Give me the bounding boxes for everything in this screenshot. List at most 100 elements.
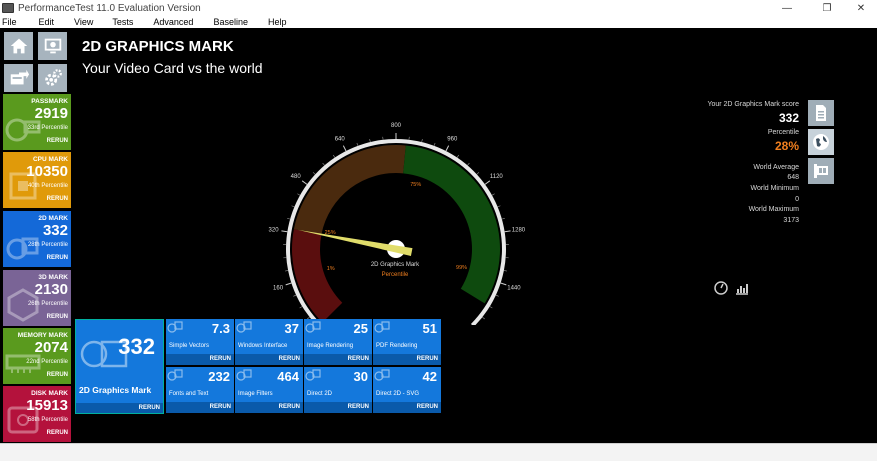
subtest-value: 464 xyxy=(277,369,299,384)
subtest-label: Image Filters xyxy=(238,391,273,397)
2d-shapes-icon xyxy=(236,321,252,333)
gauge-tick xyxy=(445,145,450,152)
tile-label: CPU MARK xyxy=(32,156,68,163)
system-info-icon xyxy=(44,38,61,54)
tile-percentile: 26th Percentile xyxy=(27,301,68,307)
subtest-label: Image Rendering xyxy=(307,343,354,349)
tile-percentile: 40th Percentile xyxy=(27,183,68,189)
subtest-value: 30 xyxy=(353,369,368,384)
speedometer-icon[interactable] xyxy=(714,281,728,295)
rerun-button[interactable]: RERUN xyxy=(166,354,234,365)
export-button[interactable] xyxy=(4,64,33,92)
menu-tests[interactable]: Tests xyxy=(112,17,133,27)
menu-baseline[interactable]: Baseline xyxy=(213,17,248,27)
world-minimum-label: World Minimum xyxy=(750,185,800,192)
subtest-tile[interactable]: 25 Image Rendering RERUN xyxy=(304,319,372,365)
subtest-label: Simple Vectors xyxy=(169,343,210,349)
rerun-button[interactable]: RERUN xyxy=(47,314,68,320)
memory-mark-tile[interactable]: MEMORY MARK 2074 22nd Percentile RERUN xyxy=(3,328,71,384)
gauge-minor-tick xyxy=(433,142,436,146)
home-button[interactable] xyxy=(4,32,33,60)
rerun-button[interactable]: RERUN xyxy=(47,255,68,261)
page-subtitle: Your Video Card vs the world xyxy=(82,60,263,76)
tile-percentile: 28th Percentile xyxy=(27,242,68,248)
export-icon xyxy=(10,69,29,85)
subtest-tile[interactable]: 42 Direct 2D - SVG RERUN xyxy=(373,367,441,413)
subtest-tile[interactable]: 30 Direct 2D RERUN xyxy=(304,367,372,413)
2d-shapes-icon xyxy=(167,369,183,381)
minimize-icon[interactable]: — xyxy=(772,0,802,16)
rerun-button[interactable]: RERUN xyxy=(235,402,303,413)
rerun-button[interactable]: RERUN xyxy=(47,196,68,202)
subtest-tile[interactable]: 37 Windows Interface RERUN xyxy=(235,319,303,365)
main-score-tile[interactable]: 332 2D Graphics Mark RERUN xyxy=(75,319,164,414)
subtest-tile[interactable]: 464 Image Filters RERUN xyxy=(235,367,303,413)
menu-view[interactable]: View xyxy=(74,17,93,27)
subtest-tile[interactable]: 51 PDF Rendering RERUN xyxy=(373,319,441,365)
subtest-label: Fonts and Text xyxy=(169,391,209,397)
2d-shapes-icon xyxy=(374,369,390,381)
tile-label: MEMORY MARK xyxy=(17,332,68,339)
rerun-button[interactable]: RERUN xyxy=(76,403,163,413)
rerun-button[interactable]: RERUN xyxy=(304,354,372,365)
close-icon[interactable]: ✕ xyxy=(846,0,876,16)
tile-value: 2074 xyxy=(34,339,68,356)
maximize-icon[interactable]: ❐ xyxy=(812,0,842,16)
score-value: 332 xyxy=(778,111,799,125)
passmark-tile[interactable]: PASSMARK 2919 33rd Percentile RERUN xyxy=(3,94,71,150)
tile-value: 332 xyxy=(42,222,68,239)
gauge-tick-label: 1440 xyxy=(507,285,521,291)
subtest-value: 7.3 xyxy=(211,321,230,336)
page-title: 2D GRAPHICS MARK xyxy=(82,38,234,55)
status-bar xyxy=(0,443,877,461)
cpu-mark-tile[interactable]: CPU MARK 10350 40th Percentile RERUN xyxy=(3,152,71,208)
gauge-bands xyxy=(286,139,507,325)
gauge-minor-tick xyxy=(299,306,303,309)
gauge-band-low xyxy=(292,229,343,323)
subtest-value: 25 xyxy=(353,321,368,336)
2d-shapes-icon xyxy=(167,321,183,333)
report-icon xyxy=(816,105,826,121)
subtest-tile[interactable]: 7.3 Simple Vectors RERUN xyxy=(166,319,234,365)
hardware-button[interactable] xyxy=(808,158,834,184)
hardware-icon xyxy=(814,164,828,178)
report-button[interactable] xyxy=(808,100,834,126)
gauge-minor-tick xyxy=(491,193,495,196)
system-info-button[interactable] xyxy=(38,32,67,60)
rerun-button[interactable]: RERUN xyxy=(47,430,68,436)
rerun-button[interactable]: RERUN xyxy=(304,402,372,413)
gauge-minor-tick xyxy=(369,139,371,143)
app-icon xyxy=(2,3,14,13)
gauge-tick xyxy=(281,230,288,233)
disk-mark-tile[interactable]: DISK MARK 15913 58th Percentile RERUN xyxy=(3,386,71,442)
settings-button[interactable] xyxy=(38,64,67,92)
subtest-label: Direct 2D xyxy=(307,391,333,397)
score-label: Your 2D Graphics Mark score xyxy=(707,101,799,108)
rerun-button[interactable]: RERUN xyxy=(47,372,68,378)
rerun-button[interactable]: RERUN xyxy=(166,402,234,413)
rerun-button[interactable]: RERUN xyxy=(373,354,441,365)
gauge-minor-tick xyxy=(287,218,291,220)
subtest-tile[interactable]: 232 Fonts and Text RERUN xyxy=(166,367,234,413)
gauge-tick-label: 640 xyxy=(335,137,346,143)
globe-button[interactable] xyxy=(808,129,834,155)
gauge-tick-label: 1120 xyxy=(490,174,504,180)
menu-help[interactable]: Help xyxy=(268,17,287,27)
globe-icon xyxy=(813,134,829,150)
subtest-label: PDF Rendering xyxy=(376,343,418,349)
main-score-label: 2D Graphics Mark xyxy=(79,385,152,395)
gauge-tick xyxy=(504,230,511,233)
2d-mark-tile[interactable]: 2D MARK 332 28th Percentile RERUN xyxy=(3,211,71,267)
menu-advanced[interactable]: Advanced xyxy=(153,17,193,27)
gauge-band-high xyxy=(403,145,500,304)
rerun-button[interactable]: RERUN xyxy=(47,138,68,144)
menu-file[interactable]: File xyxy=(2,17,17,27)
rerun-button[interactable]: RERUN xyxy=(373,402,441,413)
menu-edit[interactable]: Edit xyxy=(39,17,55,27)
rerun-button[interactable]: RERUN xyxy=(235,354,303,365)
gauge-subtitle: Percentile xyxy=(382,272,409,278)
gauge-tick-label: 160 xyxy=(273,285,284,291)
tile-value: 2919 xyxy=(34,105,68,122)
3d-mark-tile[interactable]: 3D MARK 2130 26th Percentile RERUN xyxy=(3,270,71,326)
chart-icon[interactable] xyxy=(735,281,749,295)
